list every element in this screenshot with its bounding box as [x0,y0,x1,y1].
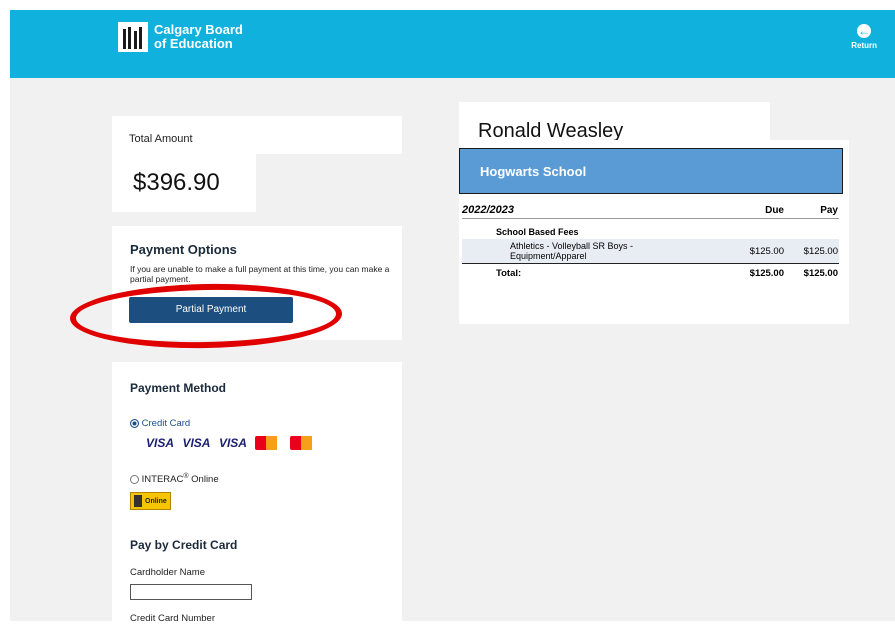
fees-header-row: 2022/2023 Due Pay [462,202,839,219]
payment-method-title: Payment Method [130,381,227,395]
fees-table: 2022/2023 Due Pay School Based Fees Athl… [462,202,839,283]
visa-debit-logo-icon: VISA [182,436,211,450]
pay-by-card-title: Pay by Credit Card [130,538,238,552]
fee-item-pay[interactable]: $125.00 [785,239,839,264]
total-pay: $125.00 [803,268,838,279]
card-number-label: Credit Card Number [130,613,215,624]
interac-label-suffix: Online [188,474,219,486]
total-label: Total: [496,268,522,279]
fee-item-line2: Equipment/Apparel [510,251,587,261]
fee-item-description: Athletics - Volleyball SR Boys - Equipme… [462,239,723,264]
interac-label: INTERAC [141,474,184,486]
arrow-left-icon: ← [857,24,872,38]
fee-item-due: $125.00 [749,245,784,257]
visa-logo-icon: VISA [146,436,175,450]
card-logos: VISA VISA VISA [146,434,312,452]
interac-online-text: Online [145,497,167,505]
total-amount-label: Total Amount [129,133,193,145]
total-amount-value-box: $396.90 [112,154,256,212]
section-row: School Based Fees [462,219,839,240]
fees-table-grid: 2022/2023 Due Pay School Based Fees Athl… [462,202,839,283]
total-due: $125.00 [749,268,784,279]
school-bar: Hogwarts School [459,148,843,194]
logo-line1: Calgary Board [154,22,243,37]
visa-prepaid-logo-icon: VISA [218,436,247,450]
fees-total-row: Total: $125.00 $125.00 [462,263,839,284]
school-year: 2022/2023 [462,204,514,216]
interac-radio[interactable] [130,475,139,485]
payment-options-title: Payment Options [130,242,237,257]
total-amount-card: Total Amount [112,116,402,154]
due-header: Due [765,204,784,216]
credit-card-label: Credit Card [141,418,191,429]
section-label: School Based Fees [496,227,579,237]
payment-method-card: Payment Method Credit Card VISA VISA VIS… [112,362,402,624]
total-amount-value: $396.90 [133,169,220,196]
fee-item-line1: Athletics - Volleyball SR Boys - [510,241,634,251]
pay-header: Pay [820,204,838,216]
credit-card-option[interactable]: Credit Card [130,418,190,429]
return-button[interactable]: ← Return [851,24,877,50]
interac-online-logo: Online [130,492,171,510]
logo-line2: of Education [154,36,233,51]
credit-card-radio[interactable] [130,418,139,428]
interac-key-icon [134,495,142,507]
header-bar: Calgary Board of Education ← Return [10,10,895,78]
logo-figures-icon [118,22,148,52]
return-label: Return [851,41,877,50]
interac-option[interactable]: INTERAC® Online [130,473,219,485]
logo-text: Calgary Board of Education [154,23,243,51]
fee-item-row: Athletics - Volleyball SR Boys - Equipme… [462,239,839,264]
school-name: Hogwarts School [480,164,587,179]
mastercard-debit-logo-icon [289,435,312,450]
cbe-logo[interactable]: Calgary Board of Education [118,22,243,52]
cardholder-input[interactable] [130,584,252,600]
fees-card: Hogwarts School 2022/2023 Due Pay School… [459,116,849,324]
cardholder-label: Cardholder Name [130,567,205,578]
mastercard-logo-icon [255,435,278,450]
payment-options-text: If you are unable to make a full payment… [130,264,390,284]
